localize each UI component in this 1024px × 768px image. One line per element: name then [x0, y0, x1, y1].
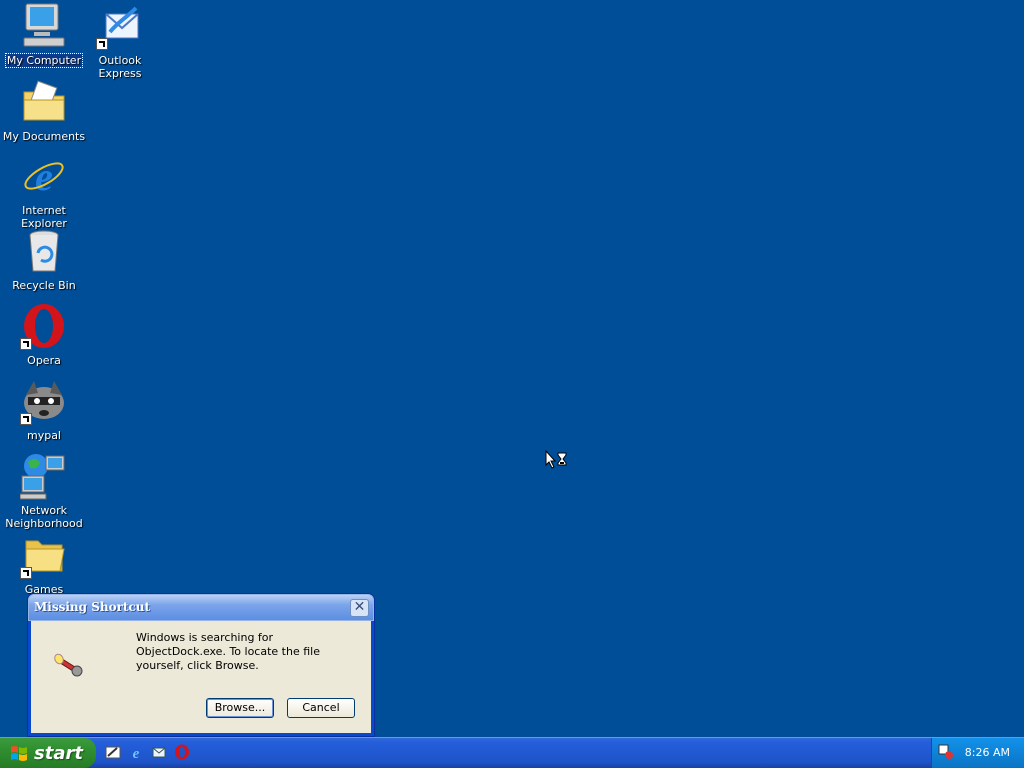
desktop-icon-network-neighborhood[interactable]: Network Neighborhood [0, 452, 88, 530]
svg-text:e: e [133, 746, 140, 760]
start-label: start [34, 742, 83, 764]
desktop-icon-opera[interactable]: Opera [0, 302, 88, 367]
flashlight-icon [53, 649, 89, 679]
opera-icon [20, 302, 68, 350]
close-icon: ✕ [353, 599, 366, 615]
close-button[interactable]: ✕ [350, 599, 369, 617]
system-tray: 8:26 AM [931, 738, 1024, 768]
desktop-icon-internet-explorer[interactable]: e Internet Explorer [0, 152, 88, 230]
outlook-express-icon[interactable] [151, 744, 167, 760]
dialog-message: Windows is searching for ObjectDock.exe.… [136, 631, 320, 672]
folder-icon [20, 531, 68, 579]
windows-logo-icon [10, 744, 28, 762]
desktop-icon-label: Opera [27, 354, 61, 367]
cancel-button[interactable]: Cancel [287, 698, 355, 718]
svg-text:e: e [35, 154, 53, 199]
desktop-icon-label: Outlook Express [98, 54, 142, 80]
desktop-icon-outlook-express[interactable]: Outlook Express [76, 2, 164, 80]
desktop-icon-recycle-bin[interactable]: Recycle Bin [0, 227, 88, 292]
shortcut-arrow-icon [96, 38, 108, 50]
browse-button[interactable]: Browse... [206, 698, 274, 718]
dialog-title: Missing Shortcut [34, 600, 151, 614]
desktop-icon-games[interactable]: Games [0, 531, 88, 596]
mypal-icon [20, 377, 68, 425]
my-computer-icon [20, 2, 68, 50]
desktop-icon-label: Network Neighborhood [5, 504, 83, 530]
desktop-icon-mypal[interactable]: mypal [0, 377, 88, 442]
internet-explorer-icon: e [20, 152, 68, 200]
desktop-icon-my-documents[interactable]: My Documents [0, 78, 88, 143]
my-documents-icon [20, 78, 68, 126]
network-icon [19, 452, 68, 500]
desktop-icon-label: My Documents [2, 130, 86, 143]
shortcut-arrow-icon [20, 567, 32, 579]
show-desktop-icon[interactable] [105, 744, 121, 760]
outlook-express-icon [96, 2, 144, 50]
dialog-titlebar[interactable]: Missing Shortcut ✕ [28, 594, 374, 621]
missing-shortcut-dialog: Missing Shortcut ✕ Windows is searching … [28, 594, 374, 736]
desktop-icon-label: Recycle Bin [12, 279, 76, 292]
opera-icon[interactable] [174, 744, 190, 760]
taskbar: start e 8:26 AM [0, 737, 1024, 768]
desktop-icon-label: My Computer [4, 53, 84, 68]
internet-explorer-icon[interactable]: e [128, 744, 144, 762]
shortcut-arrow-icon [20, 413, 32, 425]
tray-app-icon[interactable] [938, 744, 954, 760]
desktop-icon-label: mypal [26, 429, 61, 442]
dialog-body: Windows is searching for ObjectDock.exe.… [31, 621, 371, 733]
start-button[interactable]: start [0, 738, 96, 768]
busy-cursor-icon [545, 449, 569, 474]
clock[interactable]: 8:26 AM [965, 746, 1010, 759]
desktop-icon-my-computer[interactable]: My Computer [0, 2, 88, 68]
shortcut-arrow-icon [20, 338, 32, 350]
recycle-bin-icon [20, 227, 68, 275]
